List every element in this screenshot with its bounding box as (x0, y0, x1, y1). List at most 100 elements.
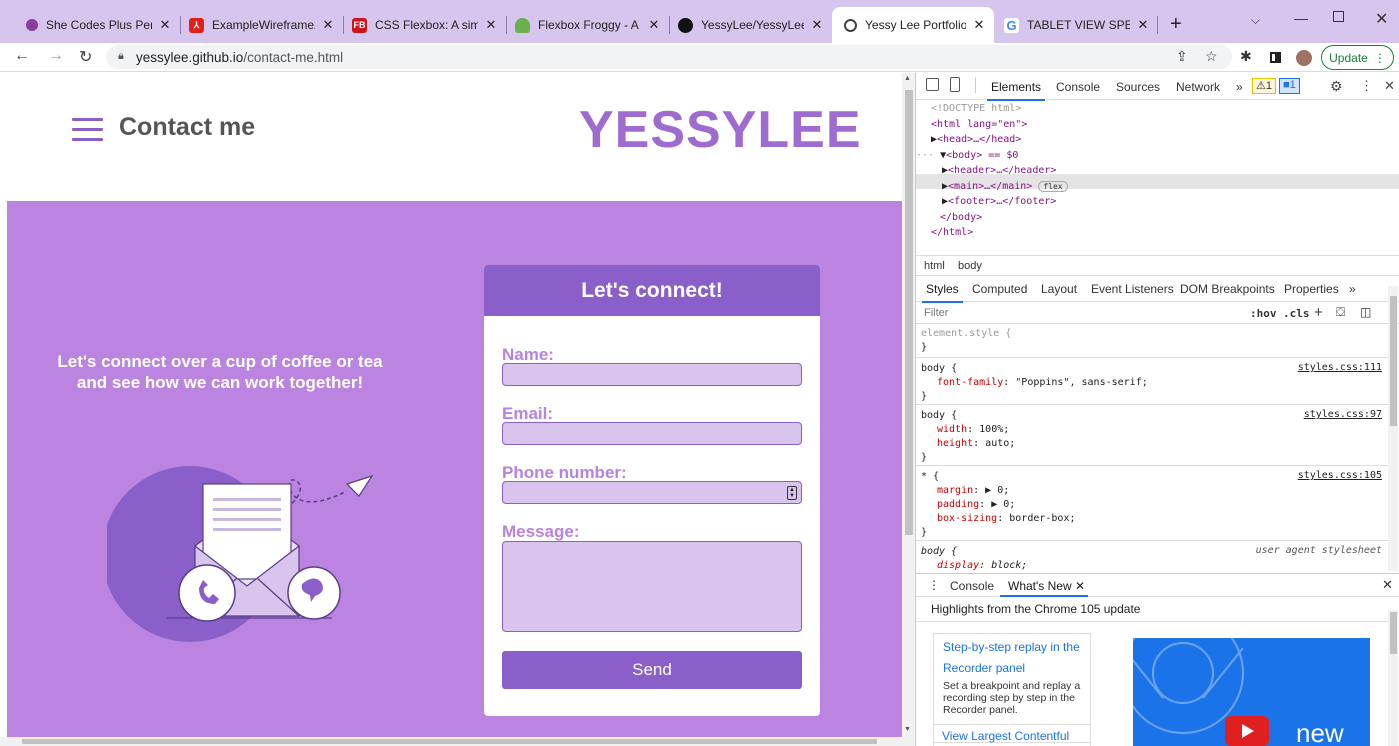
styles-scrollbar[interactable] (1388, 286, 1398, 571)
tab-network[interactable]: Network (1176, 80, 1220, 94)
brand-logo[interactable]: YESSYLEE (579, 100, 862, 160)
settings-gear-icon[interactable]: ⚙ (1330, 78, 1343, 95)
style-rule: body { styles.css:111 font-family: "Popp… (916, 359, 1392, 405)
feature-card-link[interactable]: Step-by-step replay in the Recorder pane… (943, 637, 1083, 679)
header-node[interactable]: ▶<header>…</header> (942, 163, 1056, 179)
close-drawer-icon[interactable]: ✕ (1382, 577, 1393, 593)
page-scrollbar-vertical[interactable]: ▲ ▼ (902, 73, 915, 746)
sidepanel-icon[interactable] (1270, 52, 1281, 63)
inspect-icon[interactable] (926, 78, 939, 91)
doctype-node[interactable]: <!DOCTYPE html> (931, 101, 1021, 117)
add-rule-icon[interactable]: + (1314, 304, 1323, 321)
device-toggle-icon[interactable] (950, 77, 960, 92)
new-tab-button[interactable]: + (1170, 13, 1182, 36)
close-icon[interactable]: ✕ (1134, 17, 1152, 33)
crumb-html[interactable]: html (924, 260, 945, 272)
share-icon[interactable]: ⇪ (1176, 48, 1188, 65)
play-icon[interactable] (1225, 716, 1269, 746)
flex-badge[interactable]: flex (1038, 181, 1068, 192)
warnings-badge[interactable]: ⚠1 (1252, 78, 1276, 94)
browser-tab-active[interactable]: Yessy Lee Portfolio ✕ (832, 7, 994, 43)
number-spinner-icon[interactable]: ▲ ▼ (787, 486, 797, 500)
hamburger-menu-icon[interactable] (72, 118, 103, 142)
rule-source-link[interactable]: styles.css:97 (1304, 409, 1382, 420)
styles-filter-input[interactable]: Filter (924, 307, 948, 319)
rule-source-link[interactable]: styles.css:105 (1298, 470, 1382, 481)
tab-title: Flexbox Froggy - A ga (538, 18, 641, 32)
close-icon[interactable]: ✕ (1075, 579, 1085, 593)
tab-dom-breakpoints[interactable]: DOM Breakpoints (1180, 282, 1275, 296)
back-icon[interactable]: ← (14, 47, 30, 65)
body-close-node[interactable]: </body> (940, 210, 982, 226)
close-icon[interactable]: ✕ (808, 17, 826, 33)
close-icon[interactable]: ✕ (970, 17, 988, 33)
tab-layout[interactable]: Layout (1041, 282, 1077, 296)
rule-val: block; (991, 560, 1028, 571)
devtools-menu-icon[interactable]: ⋮ (1360, 78, 1373, 94)
message-field[interactable] (502, 541, 802, 632)
name-field[interactable] (502, 363, 802, 386)
drawer-menu-icon[interactable]: ⋮ (928, 578, 940, 592)
close-icon[interactable]: ✕ (319, 17, 337, 33)
drawer-scrollbar[interactable] (1388, 610, 1398, 746)
reload-icon[interactable]: ↻ (79, 47, 92, 67)
browser-tab[interactable]: ⅄ ExampleWireframe21 ✕ (189, 7, 337, 43)
close-icon[interactable]: ✕ (645, 17, 663, 33)
page-scrollbar-horizontal[interactable] (0, 737, 902, 746)
drawer-tab-console[interactable]: Console (950, 579, 994, 593)
head-node[interactable]: ▶<head>…</head> (931, 132, 1021, 148)
sidebar-toggle-icon[interactable]: ◫ (1360, 305, 1371, 319)
extensions-icon[interactable]: ✱ (1240, 48, 1252, 65)
browser-tab[interactable]: Flexbox Froggy - A ga ✕ (515, 7, 663, 43)
footer-node[interactable]: ▶<footer>…</footer> (942, 194, 1056, 210)
crumb-body[interactable]: body (958, 260, 982, 272)
more-style-tabs-icon[interactable]: » (1349, 282, 1356, 296)
feature-card-next-link[interactable]: View Largest Contentful (942, 729, 1069, 743)
close-window-icon[interactable]: ✕ (1375, 9, 1388, 29)
phone-field[interactable]: ▲ ▼ (502, 481, 802, 504)
close-icon[interactable]: ✕ (156, 17, 174, 33)
tab-event-listeners[interactable]: Event Listeners (1091, 282, 1174, 296)
minimize-icon[interactable]: — (1294, 10, 1308, 26)
update-button[interactable]: Update ⋮ (1321, 45, 1394, 70)
close-devtools-icon[interactable]: ✕ (1384, 78, 1395, 94)
browser-tab[interactable]: She Codes Plus Perth ✕ (26, 7, 174, 43)
main-node[interactable]: ▶<main>…</main> flex (942, 179, 1068, 195)
browser-tab[interactable]: FB CSS Flexbox: A simple ✕ (352, 7, 500, 43)
browser-tab[interactable]: G TABLET VIEW SPECS ✕ (1004, 7, 1152, 43)
rule-declaration: box-sizing: border-box; (937, 513, 1076, 524)
hov-toggle[interactable]: :hov (1250, 307, 1277, 320)
more-tabs-icon[interactable]: » (1236, 80, 1243, 94)
rule-source-link[interactable]: styles.css:111 (1298, 362, 1382, 373)
tab-console[interactable]: Console (1056, 80, 1100, 94)
body-node[interactable]: ··· ▼<body> == $0 (916, 148, 1018, 164)
devtools-panel: Elements Console Sources Network » ⚠1 ■1… (915, 73, 1399, 746)
browser-tab[interactable]: YessyLee/YessyLee.git ✕ (678, 7, 826, 43)
restore-icon[interactable] (1333, 11, 1344, 22)
drawer-tab-whats-new[interactable]: What's New ✕ (1008, 579, 1085, 593)
url-bar[interactable]: 🔒︎ yessylee.github.io/contact-me.html (106, 45, 1232, 69)
avatar[interactable] (1296, 50, 1312, 66)
html-close-node[interactable]: </html> (931, 225, 973, 241)
close-icon[interactable]: ✕ (482, 17, 500, 33)
cls-toggle[interactable]: .cls (1283, 307, 1310, 320)
html-node[interactable]: <html lang="en"> (931, 117, 1027, 133)
star-icon[interactable]: ☆ (1205, 48, 1218, 65)
tab-elements[interactable]: Elements (986, 80, 1046, 101)
forward-icon[interactable]: → (48, 47, 64, 65)
email-field[interactable] (502, 422, 802, 445)
issues-badge[interactable]: ■1 (1279, 78, 1300, 94)
tab-sources[interactable]: Sources (1116, 80, 1160, 94)
rule-declaration: height: auto; (937, 438, 1016, 449)
tab-styles[interactable]: Styles (922, 282, 963, 303)
send-button[interactable]: Send (502, 651, 802, 689)
warnings-count: 1 (1265, 80, 1272, 92)
tab-search-icon[interactable]: ⌵ (1251, 13, 1260, 28)
paint-icon[interactable]: ⛋ (1336, 305, 1345, 320)
rule-prop: height (937, 438, 974, 449)
tab-properties[interactable]: Properties (1284, 282, 1339, 296)
tab-computed[interactable]: Computed (972, 282, 1027, 296)
feature-card-next[interactable]: View Largest Contentful (933, 724, 1091, 746)
video-thumbnail[interactable]: new (1133, 638, 1370, 746)
browser-tab-strip: She Codes Plus Perth ✕ ⅄ ExampleWirefram… (0, 0, 1399, 43)
